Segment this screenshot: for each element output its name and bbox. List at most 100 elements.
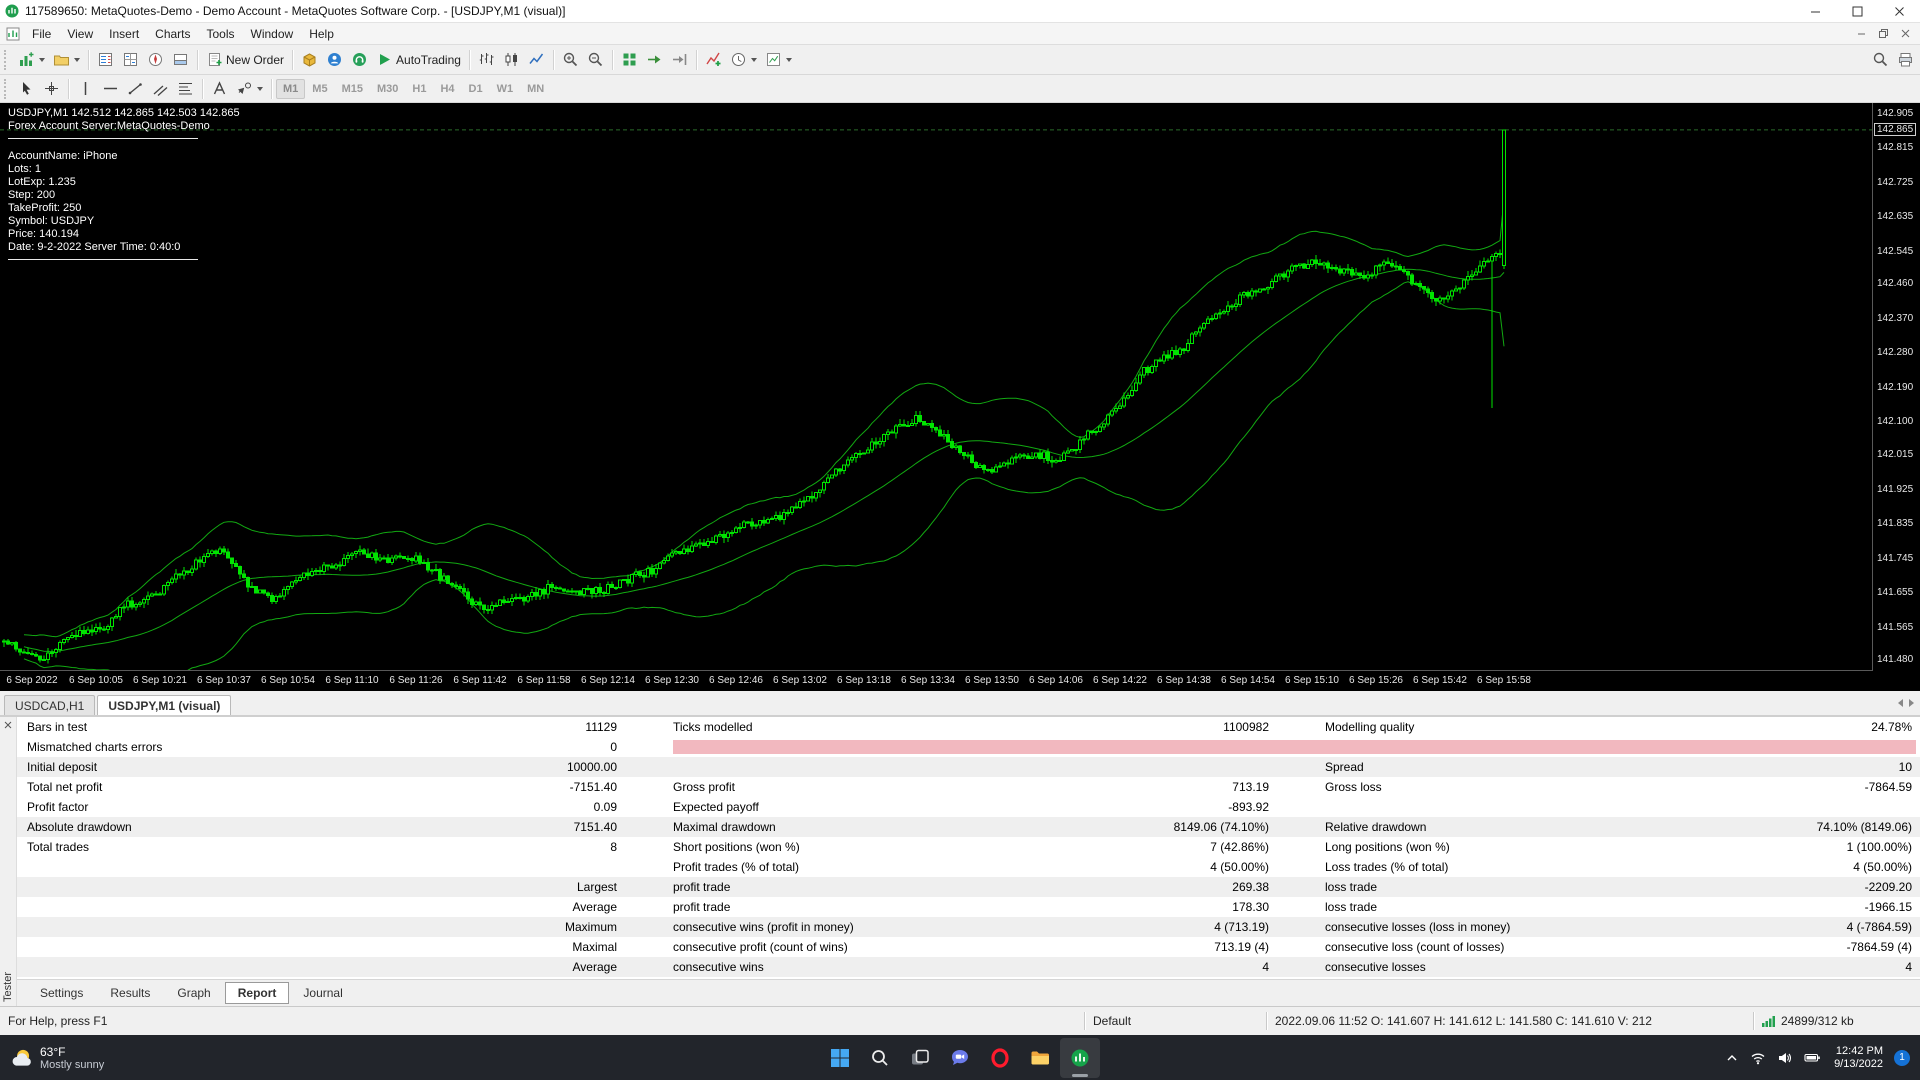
tester-tab-results[interactable]: Results (97, 982, 163, 1004)
menu-window[interactable]: Window (243, 25, 302, 43)
toolbar-grip[interactable] (4, 50, 10, 70)
bar-chart-button[interactable] (474, 48, 499, 71)
menu-tools[interactable]: Tools (199, 25, 243, 43)
time-axis[interactable]: 6 Sep 20226 Sep 10:056 Sep 10:216 Sep 10… (0, 670, 1873, 691)
community-button[interactable] (322, 48, 347, 71)
menu-view[interactable]: View (59, 25, 101, 43)
periods-button[interactable] (726, 48, 761, 71)
timeframe-m1-button[interactable]: M1 (276, 79, 305, 99)
toolbar-grip[interactable] (4, 79, 10, 99)
timeframe-mn-button[interactable]: MN (520, 79, 551, 99)
zoom-in-button[interactable] (558, 48, 583, 71)
chart-shift-button[interactable] (667, 48, 692, 71)
clock[interactable]: 12:42 PM 9/13/2022 (1830, 1045, 1887, 1071)
navigator-button[interactable] (143, 48, 168, 71)
terminal-button[interactable] (168, 48, 193, 71)
child-restore-icon[interactable] (1872, 25, 1894, 42)
print-button[interactable] (1893, 48, 1918, 71)
menu-insert[interactable]: Insert (101, 25, 147, 43)
scroll-left-icon[interactable] (1898, 699, 1903, 707)
minimize-button[interactable] (1794, 0, 1836, 22)
new-chart-button[interactable] (14, 48, 49, 71)
report-cell: 74.10% (8149.06) (1701, 817, 1912, 837)
find-button[interactable] (1868, 48, 1893, 71)
time-label: 6 Sep 11:10 (325, 675, 378, 686)
candlestick-chart[interactable] (0, 103, 1873, 671)
status-connection[interactable]: 24899/312 kb (1754, 1014, 1920, 1028)
timeframe-h4-button[interactable]: H4 (433, 79, 461, 99)
candlestick-chart-button[interactable] (499, 48, 524, 71)
child-minimize-icon[interactable] (1850, 25, 1872, 42)
menu-help[interactable]: Help (301, 25, 342, 43)
crosshair-tool[interactable] (39, 77, 64, 100)
vertical-line-tool[interactable] (73, 77, 98, 100)
volume-tray-icon[interactable] (1775, 1048, 1795, 1067)
timeframe-m15-button[interactable]: M15 (335, 79, 370, 99)
time-label: 6 Sep 14:54 (1221, 675, 1275, 686)
tester-close-icon[interactable] (2, 719, 14, 731)
ea-comment-line: Step: 200 (8, 189, 240, 202)
opera-button[interactable] (980, 1038, 1020, 1078)
close-button[interactable] (1878, 0, 1920, 22)
market-watch-button[interactable] (93, 48, 118, 71)
scroll-right-icon[interactable] (1909, 699, 1914, 707)
profiles-button[interactable] (49, 48, 84, 71)
indicators-button[interactable] (701, 48, 726, 71)
tester-tab-graph[interactable]: Graph (164, 982, 223, 1004)
tester-tab-settings[interactable]: Settings (27, 982, 96, 1004)
tile-windows-button[interactable] (617, 48, 642, 71)
file-explorer-button[interactable] (1020, 1038, 1060, 1078)
timeframe-d1-button[interactable]: D1 (462, 79, 490, 99)
maximize-button[interactable] (1836, 0, 1878, 22)
status-profile[interactable]: Default (1085, 1014, 1266, 1028)
report-row: Maximumconsecutive wins (profit in money… (17, 917, 1920, 937)
hidden-icons-chevron[interactable] (1723, 1049, 1741, 1067)
timeframe-h1-button[interactable]: H1 (405, 79, 433, 99)
child-close-icon[interactable] (1894, 25, 1916, 42)
task-view-button[interactable] (900, 1038, 940, 1078)
chart-area[interactable]: 142.905142.865142.815142.725142.635142.5… (0, 103, 1920, 691)
notification-badge[interactable]: 1 (1894, 1050, 1910, 1066)
arrow-labels-tool[interactable] (232, 77, 267, 100)
timeframe-m30-button[interactable]: M30 (370, 79, 405, 99)
auto-scroll-button[interactable] (642, 48, 667, 71)
search-button[interactable] (860, 1038, 900, 1078)
time-label: 6 Sep 15:58 (1477, 675, 1531, 686)
horizontal-line-tool[interactable] (98, 77, 123, 100)
tester-tab-journal[interactable]: Journal (290, 982, 355, 1004)
trendline-tool[interactable] (123, 77, 148, 100)
support-button[interactable] (347, 48, 372, 71)
timeframe-m5-button[interactable]: M5 (305, 79, 334, 99)
weather-widget[interactable]: 63°F Mostly sunny (0, 1035, 114, 1080)
report-cell: -7864.59 (1701, 777, 1912, 797)
battery-tray-icon[interactable] (1802, 1048, 1823, 1067)
new-order-button[interactable]: New Order (202, 48, 288, 71)
chart-tab[interactable]: USDJPY,M1 (visual) (97, 695, 231, 715)
start-button[interactable] (820, 1038, 860, 1078)
report-cell: Ticks modelled (673, 717, 1069, 737)
line-chart-button[interactable] (524, 48, 549, 71)
menu-file[interactable]: File (24, 25, 59, 43)
tester-tab-report[interactable]: Report (225, 982, 290, 1004)
autotrading-button[interactable]: AutoTrading (372, 48, 465, 71)
equidistant-channel-tool[interactable] (148, 77, 173, 100)
chat-button[interactable] (940, 1038, 980, 1078)
market-button[interactable] (297, 48, 322, 71)
price-axis[interactable]: 142.905142.865142.815142.725142.635142.5… (1872, 103, 1920, 671)
fibonacci-tool[interactable] (173, 77, 198, 100)
wifi-tray-icon[interactable] (1748, 1048, 1768, 1067)
report-cell (1269, 757, 1325, 777)
menu-charts[interactable]: Charts (147, 25, 198, 43)
toolbar-separator (612, 50, 613, 70)
text-tool[interactable] (207, 77, 232, 100)
zoom-out-button[interactable] (583, 48, 608, 71)
cursor-tool[interactable] (14, 77, 39, 100)
report-cell: 10 (1701, 757, 1912, 777)
timeframe-w1-button[interactable]: W1 (490, 79, 521, 99)
metatrader-taskbar-button[interactable] (1060, 1038, 1100, 1078)
templates-button[interactable] (761, 48, 796, 71)
chart-overlay: USDJPY,M1 142.512 142.865 142.503 142.86… (8, 107, 240, 265)
data-window-button[interactable] (118, 48, 143, 71)
report-cell: Maximum (447, 917, 617, 937)
chart-tab[interactable]: USDCAD,H1 (4, 695, 95, 715)
